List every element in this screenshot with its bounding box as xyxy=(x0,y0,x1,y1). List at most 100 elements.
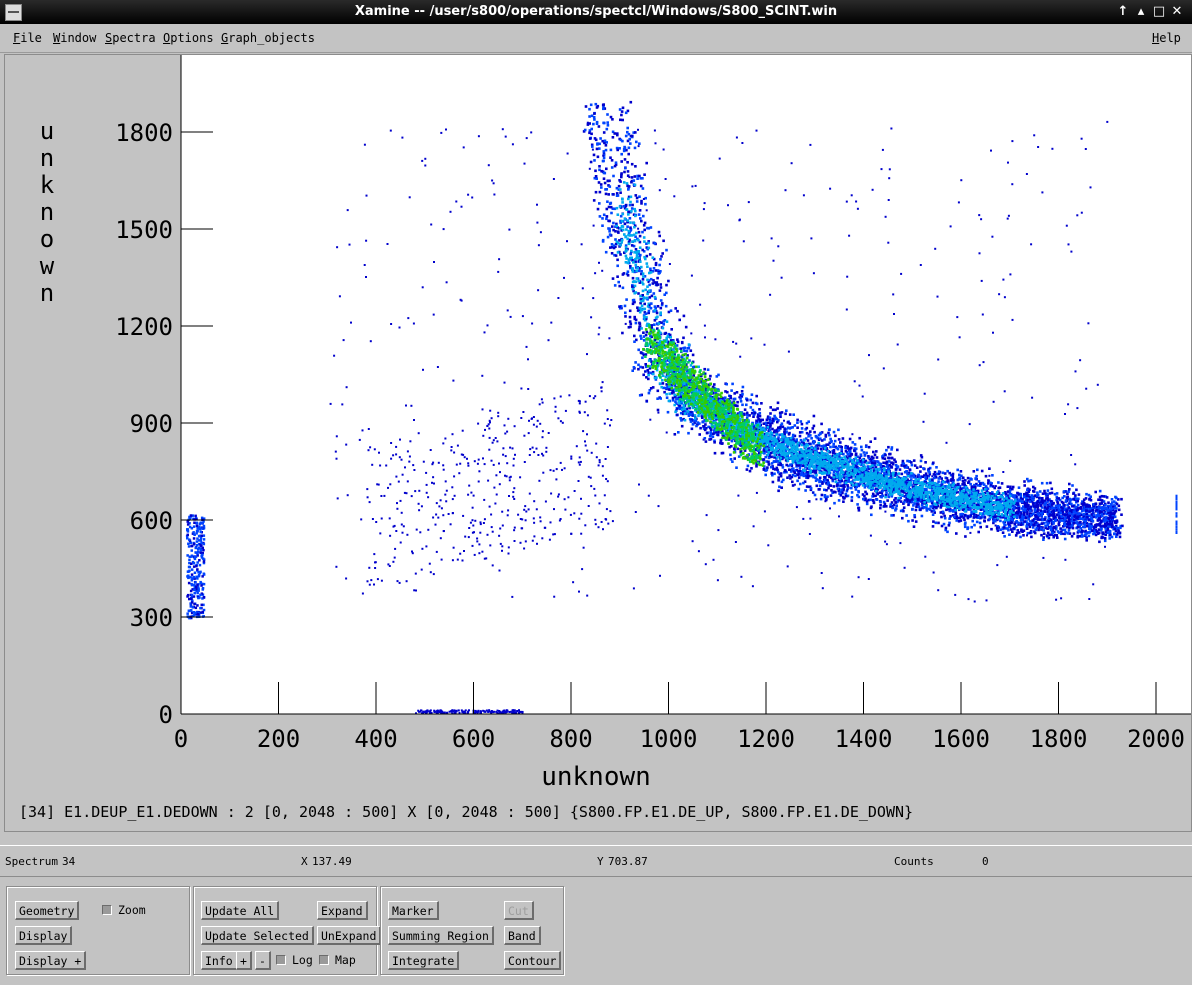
heatmap-cell xyxy=(667,279,670,283)
heatmap-cell xyxy=(798,431,802,434)
heatmap-cell xyxy=(864,497,867,500)
heatmap-cell xyxy=(668,333,672,337)
heatmap-cell xyxy=(934,521,938,525)
heatmap-cell xyxy=(932,509,936,512)
minimize-window-icon[interactable]: ▴ xyxy=(1132,2,1150,22)
heatmap-cell xyxy=(876,460,880,464)
heatmap-cell xyxy=(1051,506,1054,509)
heatmap-cell xyxy=(617,231,620,234)
heatmap-cell xyxy=(1120,513,1123,516)
heatmap-cell xyxy=(660,255,663,258)
heatmap-cell xyxy=(626,170,630,173)
heatmap-cell xyxy=(606,113,609,116)
heatmap-cell xyxy=(961,479,965,483)
heatmap-cell xyxy=(798,466,802,470)
heatmap-cell xyxy=(665,248,668,252)
heatmap-cell xyxy=(729,458,733,461)
heatmap-cell xyxy=(905,465,909,469)
heatmap-cell xyxy=(593,112,596,115)
heatmap-cell xyxy=(971,519,974,523)
heatmap-cell xyxy=(1012,527,1015,530)
heatmap-cell xyxy=(1013,495,1016,499)
heatmap-cell xyxy=(621,118,624,122)
raise-window-icon[interactable]: ↑ xyxy=(1114,2,1132,22)
heatmap-cell xyxy=(763,452,766,455)
heatmap-cell xyxy=(1076,525,1080,529)
heatmap-cell xyxy=(1101,532,1105,535)
heatmap-cell xyxy=(632,179,636,182)
heatmap-cell xyxy=(661,382,665,385)
heatmap-cell xyxy=(957,520,961,523)
heatmap-cell xyxy=(796,418,799,422)
heatmap-cell xyxy=(764,473,767,477)
heatmap-cell xyxy=(850,452,853,456)
heatmap-cell xyxy=(1046,489,1050,492)
heatmap-cell xyxy=(774,408,777,412)
heatmap-cell xyxy=(658,263,661,267)
heatmap-cell xyxy=(854,488,858,491)
heatmap-cell xyxy=(1019,523,1023,526)
heatmap-cell xyxy=(1117,529,1120,532)
heatmap-cell xyxy=(685,349,689,353)
heatmap-cell xyxy=(1104,533,1108,537)
menu-bar: File Window Spectra Options Graph_object… xyxy=(0,24,1192,53)
heatmap-cell xyxy=(1014,525,1018,528)
heatmap-cell xyxy=(931,525,935,528)
heatmap-cell xyxy=(824,476,827,479)
heatmap-cell xyxy=(771,419,775,422)
heatmap-cell xyxy=(731,382,734,386)
menu-window[interactable]: Window xyxy=(53,31,96,45)
heatmap-cell xyxy=(788,474,791,477)
heatmap-cell xyxy=(725,382,728,386)
heatmap-cell xyxy=(621,286,625,290)
spectrum-pane[interactable]: 0 200 400 600 800 1000 1200 1400 1600 1800 2000 03… xyxy=(4,54,1192,832)
heatmap-cell xyxy=(932,520,935,523)
heatmap-cell xyxy=(899,509,903,513)
heatmap-cell xyxy=(1011,487,1014,491)
heatmap-cell xyxy=(789,463,792,467)
heatmap-cell xyxy=(633,146,637,150)
maximize-window-icon[interactable]: □ xyxy=(1150,2,1168,22)
heatmap-cell xyxy=(705,431,709,435)
heatmap-cell xyxy=(1043,510,1046,513)
heatmap-cell xyxy=(637,348,640,352)
spectrum-plot[interactable]: 0 200 400 600 800 1000 1200 1400 1600 1800 2000 03… xyxy=(5,55,1191,831)
heatmap-cell xyxy=(729,453,732,457)
heatmap-cell xyxy=(1050,487,1054,491)
heatmap-cell xyxy=(694,419,697,423)
heatmap-cell xyxy=(618,108,622,111)
heatmap-cell xyxy=(758,411,762,415)
menu-file[interactable]: File xyxy=(13,31,42,45)
menu-options[interactable]: Options xyxy=(163,31,214,45)
heatmap-cell xyxy=(944,526,948,530)
heatmap-cell xyxy=(1108,537,1111,540)
heatmap-cell xyxy=(631,369,634,372)
heatmap-cell xyxy=(626,225,629,228)
heatmap-cell xyxy=(817,444,821,447)
menu-graph-objects[interactable]: Graph_objects xyxy=(221,31,315,45)
heatmap-cell xyxy=(820,493,824,497)
heatmap-cell xyxy=(604,144,608,147)
heatmap-cell xyxy=(645,161,648,165)
heatmap-cell xyxy=(902,509,905,513)
heatmap-cell xyxy=(1068,488,1071,491)
heatmap-cell xyxy=(1016,503,1020,506)
heatmap-cell xyxy=(659,306,663,310)
heatmap-cell xyxy=(613,284,617,287)
heatmap-cell xyxy=(655,311,659,315)
heatmap-cell xyxy=(1029,505,1033,509)
heatmap-cell xyxy=(890,461,893,464)
heatmap-cell xyxy=(1055,534,1059,537)
heatmap-cell xyxy=(914,508,918,512)
heatmap-cell xyxy=(824,433,828,437)
menu-spectra[interactable]: Spectra xyxy=(105,31,156,45)
heatmap-cell xyxy=(1113,532,1116,536)
heatmap-cell xyxy=(1021,515,1024,519)
heatmap-cell xyxy=(1040,481,1044,485)
close-window-icon[interactable]: ✕ xyxy=(1168,2,1186,22)
heatmap-cell xyxy=(1107,509,1110,512)
menu-help[interactable]: Help xyxy=(1152,31,1181,45)
heatmap-cell xyxy=(956,468,959,472)
heatmap-cell xyxy=(800,422,804,426)
heatmap-cell xyxy=(1100,494,1104,498)
